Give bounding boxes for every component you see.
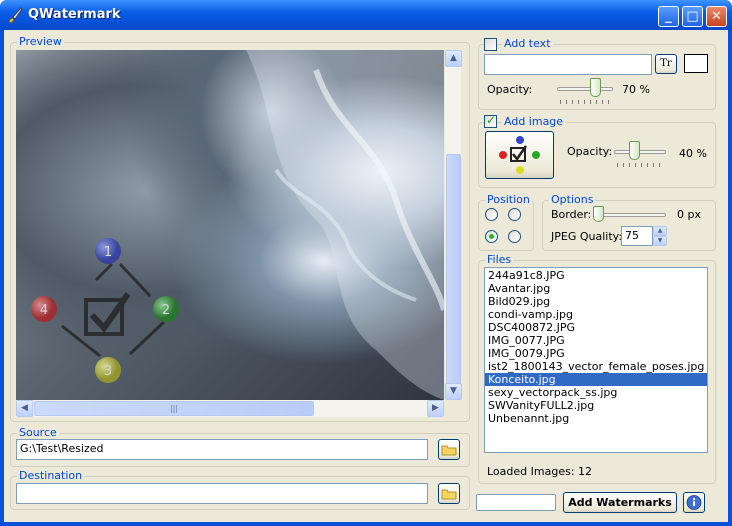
- scroll-up-arrow-icon[interactable]: ▲: [445, 50, 462, 67]
- text-opacity-ticks: [560, 100, 610, 104]
- preview-vertical-scrollbar[interactable]: ▲ ▼: [444, 50, 462, 400]
- add-text-label: Add text: [502, 37, 553, 50]
- maximize-button[interactable]: □: [682, 6, 703, 27]
- add-text-checkbox[interactable]: [484, 38, 497, 51]
- source-browse-button[interactable]: [438, 439, 460, 460]
- position-group: Position: [478, 193, 534, 251]
- file-listbox[interactable]: 244a91c8.JPG Avantar.jpg Bild029.jpg condi-…: [484, 267, 708, 453]
- destination-input[interactable]: [16, 483, 428, 504]
- svg-text:4: 4: [40, 303, 48, 318]
- position-bottom-right-radio[interactable]: [508, 230, 521, 243]
- list-item[interactable]: DSC400872.JPG: [485, 321, 707, 334]
- preview-horizontal-scrollbar[interactable]: ◀ ||| ▶: [16, 400, 444, 417]
- list-item[interactable]: Unbenannt.jpg: [485, 412, 707, 425]
- info-icon: [686, 495, 702, 510]
- watermark-compass-icon: 1 2 3 4: [31, 50, 444, 400]
- list-item[interactable]: Avantar.jpg: [485, 282, 707, 295]
- app-window: QWatermark _ □ ✕ Preview 1 2 3 4 ▲ ▼ ◀ |…: [0, 0, 732, 526]
- image-opacity-value: 40 %: [679, 147, 707, 160]
- list-item[interactable]: sexy_vectorpack_ss.jpg: [485, 386, 707, 399]
- folder-icon: [441, 489, 457, 500]
- loaded-images-count: Loaded Images: 12: [487, 465, 593, 478]
- add-image-label: Add image: [502, 115, 566, 128]
- list-item[interactable]: IMG_0079.JPG: [485, 347, 707, 360]
- font-button[interactable]: Tr: [655, 54, 677, 74]
- position-top-left-radio[interactable]: [485, 208, 498, 221]
- add-image-checkbox[interactable]: ✓: [484, 113, 497, 128]
- border-slider[interactable]: [593, 206, 604, 222]
- text-opacity-value: 70 %: [622, 83, 650, 96]
- minimize-button[interactable]: _: [658, 6, 679, 27]
- progress-bar: [476, 494, 556, 511]
- scroll-left-arrow-icon[interactable]: ◀: [16, 400, 33, 417]
- image-opacity-ticks: [617, 163, 663, 167]
- destination-label: Destination: [17, 469, 85, 482]
- scroll-right-arrow-icon[interactable]: ▶: [427, 400, 444, 417]
- title-bar[interactable]: QWatermark _ □ ✕: [0, 0, 732, 30]
- image-opacity-slider[interactable]: [628, 141, 640, 160]
- list-item[interactable]: ist2_1800143_vector_female_poses.jpg: [485, 360, 707, 373]
- window-title: QWatermark: [28, 7, 121, 22]
- watermark-compass-icon: [499, 136, 540, 174]
- list-item[interactable]: IMG_0077.JPG: [485, 334, 707, 347]
- image-select-button[interactable]: [485, 131, 554, 179]
- list-item[interactable]: condi-vamp.jpg: [485, 308, 707, 321]
- preview-image: 1 2 3 4: [16, 50, 444, 400]
- spin-down-arrow-icon[interactable]: ▼: [653, 236, 667, 246]
- horizontal-scroll-thumb[interactable]: |||: [34, 401, 314, 416]
- source-input[interactable]: G:\Test\Resized: [16, 439, 428, 460]
- client-area: Preview 1 2 3 4 ▲ ▼ ◀ ||| ▶ Source G:\Te…: [4, 30, 728, 522]
- border-label: Border:: [551, 208, 592, 221]
- text-opacity-slider[interactable]: [590, 78, 602, 97]
- text-opacity-label: Opacity:: [487, 83, 533, 96]
- list-item[interactable]: SWVanityFULL2.jpg: [485, 399, 707, 412]
- text-color-swatch[interactable]: [684, 54, 708, 73]
- options-label: Options: [549, 193, 596, 206]
- add-text-input[interactable]: [484, 54, 652, 75]
- position-top-right-radio[interactable]: [508, 208, 521, 221]
- list-item[interactable]: 244a91c8.JPG: [485, 269, 707, 282]
- jpeg-quality-input[interactable]: 75: [621, 226, 653, 246]
- svg-text:2: 2: [162, 303, 170, 318]
- image-opacity-track[interactable]: [614, 150, 666, 154]
- preview-label: Preview: [17, 35, 64, 48]
- files-label: Files: [485, 253, 514, 266]
- list-item[interactable]: Bild029.jpg: [485, 295, 707, 308]
- info-button[interactable]: [683, 492, 705, 513]
- scroll-down-arrow-icon[interactable]: ▼: [445, 383, 462, 400]
- spin-up-arrow-icon[interactable]: ▲: [653, 226, 667, 236]
- text-opacity-track[interactable]: [557, 87, 613, 91]
- source-label: Source: [17, 426, 59, 439]
- vertical-scroll-thumb[interactable]: [446, 154, 461, 384]
- brush-icon: [8, 7, 23, 24]
- folder-icon: [441, 445, 457, 456]
- svg-text:3: 3: [104, 364, 112, 379]
- destination-browse-button[interactable]: [438, 483, 460, 504]
- image-opacity-label: Opacity:: [567, 145, 613, 158]
- close-button[interactable]: ✕: [706, 6, 727, 27]
- border-value: 0 px: [677, 208, 701, 221]
- position-bottom-left-radio[interactable]: [485, 230, 498, 243]
- svg-text:1: 1: [104, 245, 112, 260]
- add-watermarks-button[interactable]: Add Watermarks: [563, 492, 677, 513]
- list-item[interactable]: Konceito.jpg: [485, 373, 707, 386]
- position-label: Position: [485, 193, 532, 206]
- jpeg-quality-spinner[interactable]: ▲ ▼: [653, 226, 667, 246]
- jpeg-quality-label: JPEG Quality:: [551, 230, 623, 243]
